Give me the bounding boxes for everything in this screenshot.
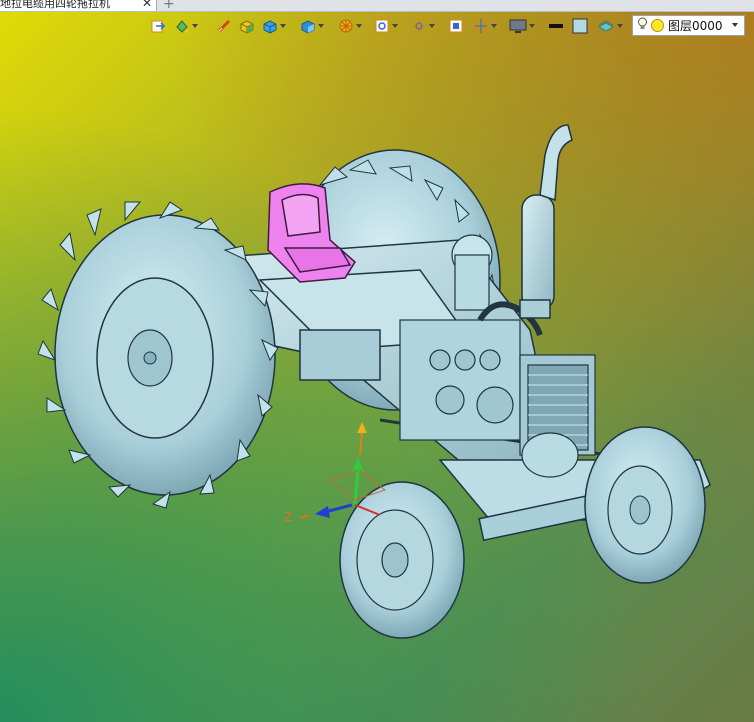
display-mode-icon[interactable] (300, 15, 324, 37)
layer-visibility-icon[interactable] (651, 19, 664, 32)
render-style-icon[interactable] (338, 15, 362, 37)
radiator (519, 354, 596, 478)
document-tab[interactable]: 地拉电缆用四轮拖拉机 ✕ (0, 0, 157, 11)
section-icon[interactable] (473, 15, 497, 37)
line-color-icon[interactable] (548, 15, 564, 37)
chevron-down-icon[interactable] (732, 23, 738, 27)
exhaust-pipe (519, 124, 573, 319)
box-solid-icon[interactable] (239, 15, 255, 37)
zoom-fit-icon[interactable] (374, 15, 398, 37)
paint-bucket-icon[interactable] (174, 15, 198, 37)
layer-selector[interactable]: 图层0000 (632, 15, 745, 36)
pan-icon[interactable] (411, 15, 435, 37)
document-tab-bar: 地拉电缆用四轮拖拉机 ✕ + (0, 0, 754, 12)
view-toolbar (148, 15, 632, 39)
new-tab-button[interactable]: + (163, 0, 175, 12)
frame-icon[interactable] (448, 15, 464, 37)
rear-left-wheel (37, 201, 279, 509)
front-right-wheel (584, 426, 706, 584)
close-tab-icon[interactable]: ✕ (142, 0, 152, 9)
layer-name: 图层0000 (668, 19, 723, 33)
axis-z-label: Z (284, 510, 293, 524)
layer-icon[interactable] (597, 15, 623, 37)
exit-sketch-icon[interactable] (150, 15, 166, 37)
fill-color-icon[interactable] (572, 15, 588, 37)
monitor-icon[interactable] (509, 15, 535, 37)
view-cube-icon[interactable] (262, 15, 286, 37)
measure-icon[interactable] (216, 15, 232, 37)
3d-viewport[interactable]: Z (0, 0, 754, 722)
tractor-model[interactable] (0, 0, 754, 722)
document-tab-title: 地拉电缆用四轮拖拉机 (0, 0, 110, 10)
lightbulb-icon[interactable] (638, 17, 647, 34)
